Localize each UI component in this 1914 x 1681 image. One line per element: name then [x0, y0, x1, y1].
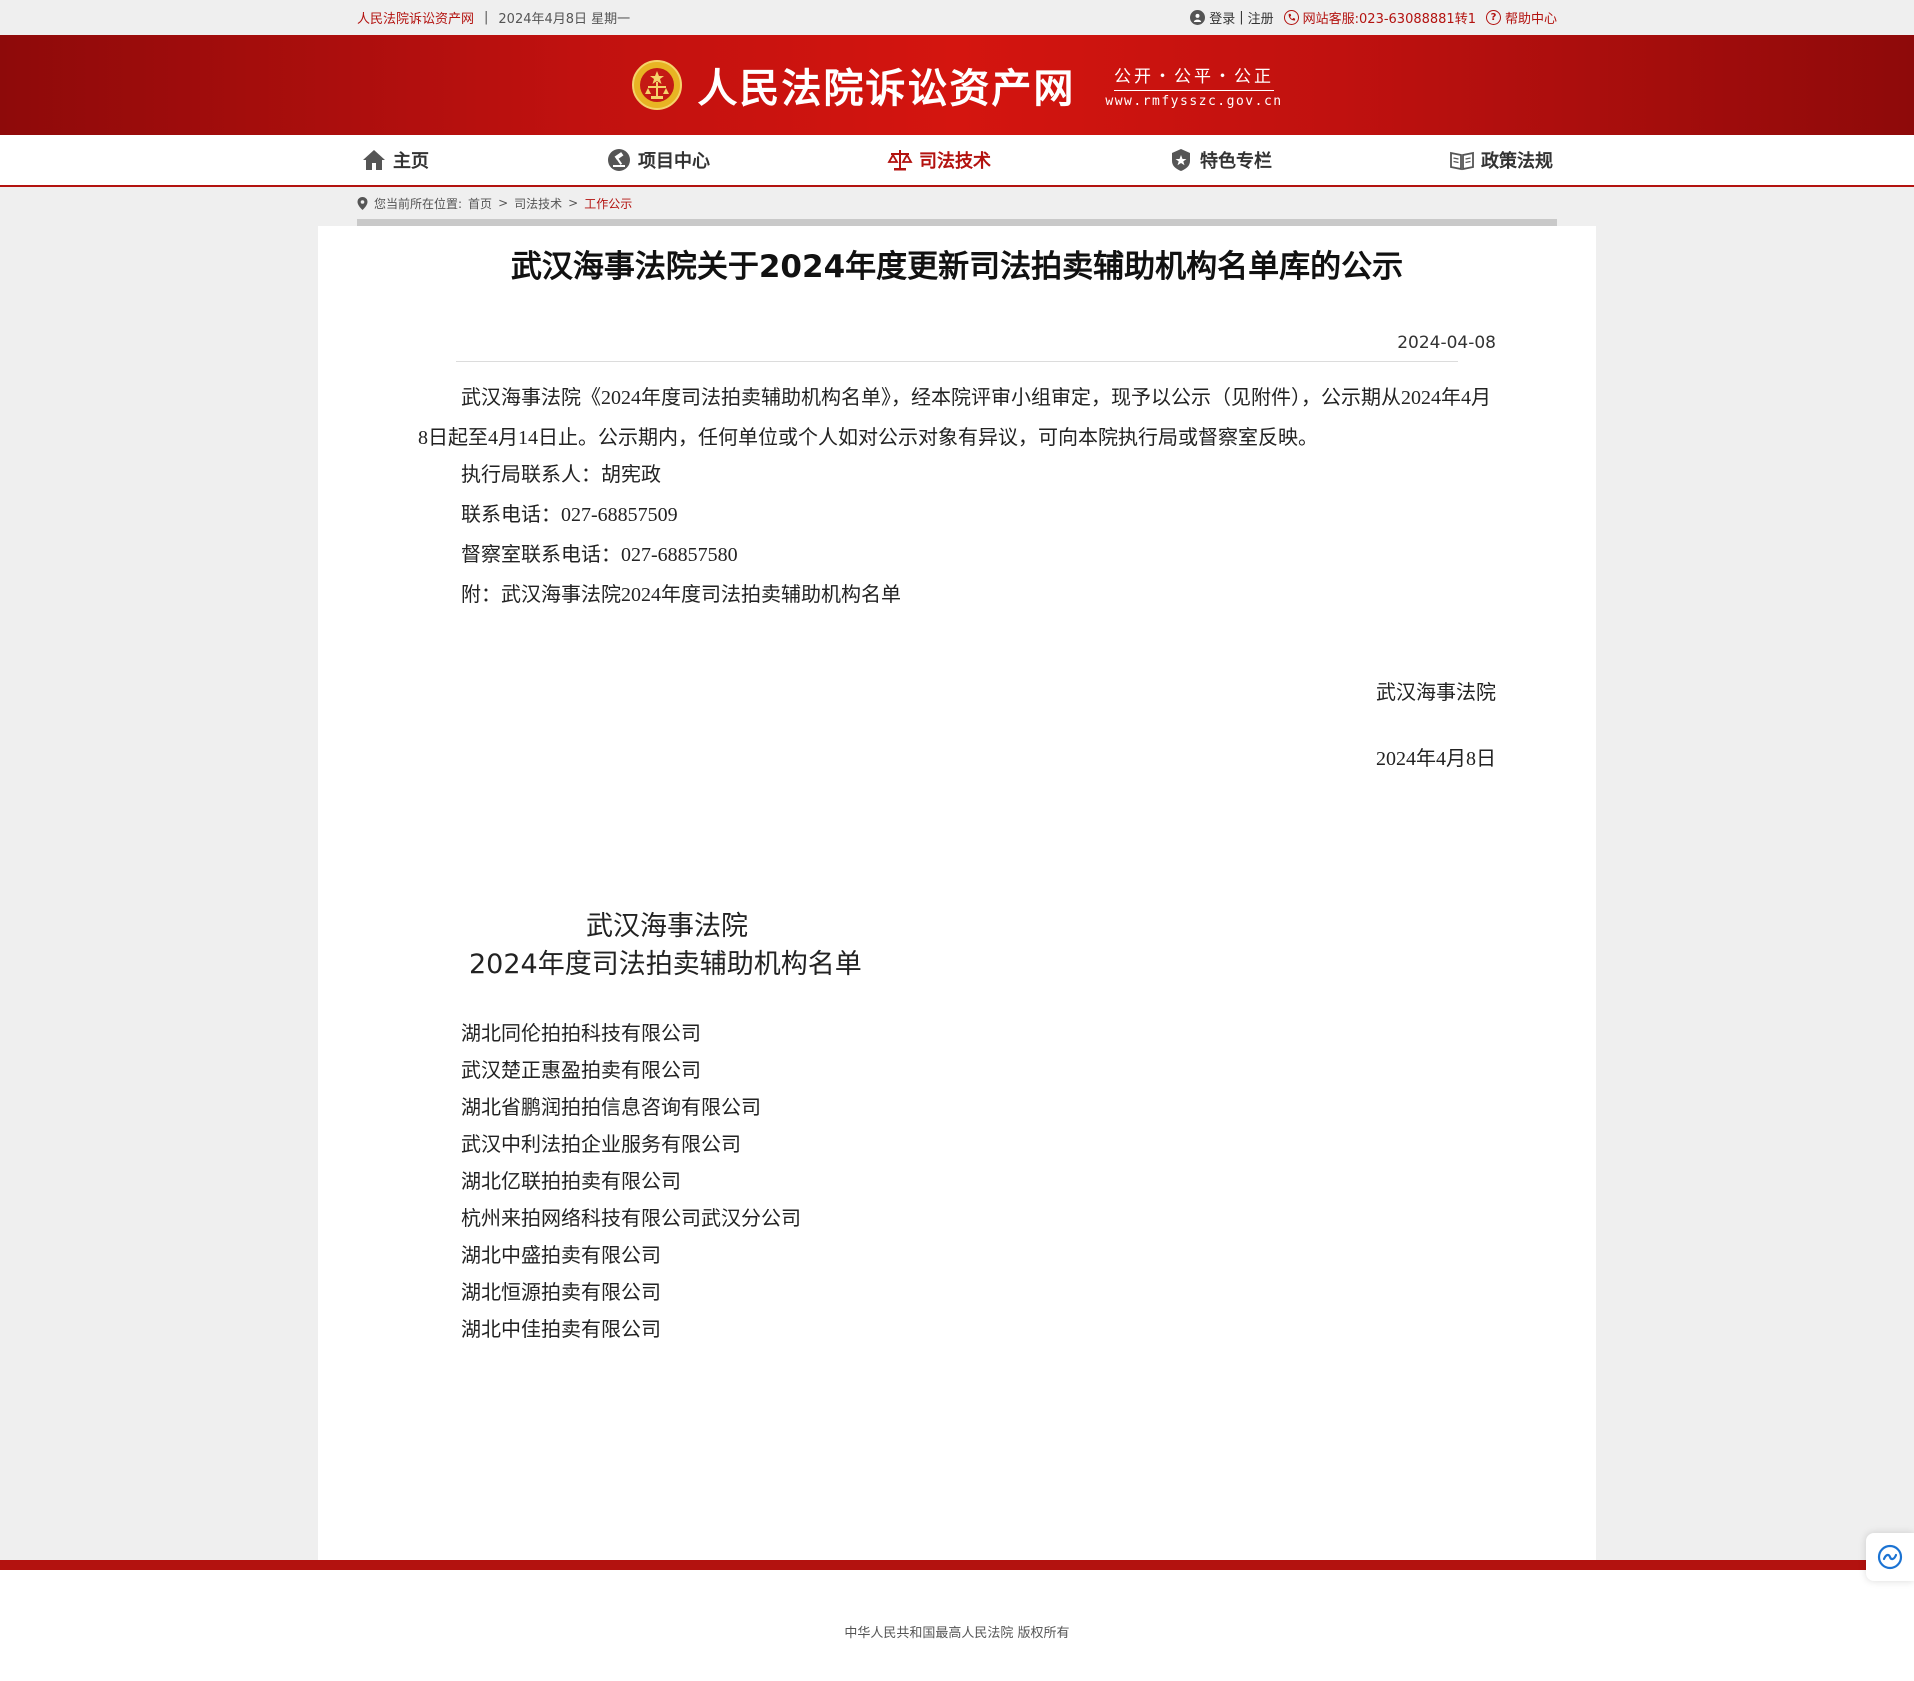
site-brand-title[interactable]: 人民法院诉讼资产网: [697, 56, 1075, 114]
nav-item-home[interactable]: 主页: [357, 147, 433, 173]
floating-assistant-button[interactable]: [1866, 1533, 1914, 1581]
attachment-note: 附：武汉海事法院2024年度司法拍卖辅助机构名单: [461, 584, 901, 606]
nav-item-judicial-tech[interactable]: 司法技术: [883, 147, 995, 173]
brand-motto: 公开・公平・公正: [1114, 62, 1274, 91]
list-item: 湖北中盛拍卖有限公司: [461, 1243, 661, 1267]
copyright-text: 中华人民共和国最高人民法院 版权所有: [844, 1626, 1070, 1641]
signature-date: 2024年4月8日: [1376, 748, 1496, 770]
nav-item-home-label: 主页: [393, 151, 429, 172]
topbar-right: 登录 | 注册 网站客服:023-63088881转1 ? 帮助中心: [1190, 8, 1557, 27]
contact-person: 执行局联系人：胡宪政: [461, 464, 661, 486]
register-link[interactable]: 注册: [1248, 8, 1274, 27]
nav-item-featured-column[interactable]: 特色专栏: [1164, 147, 1276, 173]
list-item: 杭州来拍网络科技有限公司武汉分公司: [461, 1206, 801, 1230]
list-item: 湖北恒源拍卖有限公司: [461, 1280, 661, 1304]
footer-divider: [0, 1560, 1914, 1570]
nav-item-featured-column-label: 特色专栏: [1200, 151, 1272, 172]
breadcrumb-section[interactable]: 司法技术: [514, 195, 562, 212]
nav-item-project-center-label: 项目中心: [638, 151, 710, 172]
phone-icon: [1283, 10, 1299, 25]
login-link[interactable]: 登录: [1209, 8, 1235, 27]
breadcrumb-current[interactable]: 工作公示: [584, 195, 632, 212]
breadcrumb-separator: >: [568, 196, 579, 210]
nav-item-policy-law-label: 政策法规: [1481, 151, 1553, 172]
help-center-link[interactable]: ? 帮助中心: [1485, 8, 1557, 27]
nav-item-project-center[interactable]: 项目中心: [602, 147, 714, 173]
assistant-icon: [1877, 1544, 1903, 1570]
main-navigation: 主页 项目中心 司法技术 特色专栏 政策法规: [0, 135, 1914, 187]
book-icon: [1450, 151, 1474, 171]
list-item: 湖北省鹏润拍拍信息咨询有限公司: [461, 1095, 761, 1119]
contact-phone: 联系电话：027-68857509: [461, 504, 678, 526]
list-title-court: 武汉海事法院: [586, 911, 748, 942]
site-banner: 人民法院诉讼资产网 公开・公平・公正 www.rmfysszc.gov.cn: [0, 35, 1914, 135]
list-title-name: 2024年度司法拍卖辅助机构名单: [469, 949, 862, 980]
article-title: 武汉海事法院关于2024年度更新司法拍卖辅助机构名单库的公示: [510, 249, 1404, 285]
scales-icon: [887, 150, 913, 171]
brand-motto-block: 公开・公平・公正 www.rmfysszc.gov.cn: [1089, 62, 1282, 109]
site-name-link[interactable]: 人民法院诉讼资产网: [357, 8, 474, 27]
breadcrumb-separator: >: [498, 196, 509, 210]
article-container: 武汉海事法院关于2024年度更新司法拍卖辅助机构名单库的公示 2024-04-0…: [318, 226, 1596, 1560]
brand-domain: www.rmfysszc.gov.cn: [1105, 93, 1283, 109]
account-links: 登录 | 注册: [1190, 8, 1274, 27]
article-date: 2024-04-08: [1397, 333, 1496, 353]
title-divider: [456, 361, 1458, 362]
inspection-phone: 督察室联系电话：027-68857580: [461, 544, 738, 566]
nav-item-policy-law[interactable]: 政策法规: [1445, 147, 1557, 173]
topbar-separator: |: [484, 10, 489, 25]
nav-item-judicial-tech-label: 司法技术: [919, 151, 991, 172]
location-pin-icon: [357, 196, 368, 210]
court-emblem-icon[interactable]: [631, 56, 683, 114]
login-register-divider: |: [1239, 10, 1244, 25]
article-paragraph: 武汉海事法院《2024年度司法拍卖辅助机构名单》，经本院评审小组审定，现予以公示…: [418, 387, 1491, 449]
list-item: 湖北同伦拍拍科技有限公司: [461, 1021, 701, 1045]
customer-service-hotline[interactable]: 网站客服:023-63088881转1: [1283, 8, 1476, 27]
signature-court: 武汉海事法院: [1376, 682, 1496, 704]
page-footer: 中华人民共和国最高人民法院 版权所有: [0, 1570, 1914, 1681]
list-item: 武汉楚正惠盈拍卖有限公司: [461, 1058, 701, 1082]
breadcrumb-home[interactable]: 首页: [468, 195, 492, 212]
gavel-icon: [608, 149, 630, 171]
user-icon: [1190, 10, 1206, 25]
breadcrumb: 您当前所在位置: 首页 > 司法技术 > 工作公示: [357, 187, 1557, 219]
badge-icon: [1172, 149, 1190, 171]
question-icon: ?: [1485, 10, 1501, 25]
help-center-label: 帮助中心: [1504, 12, 1557, 27]
list-item: 武汉中利法拍企业服务有限公司: [461, 1132, 741, 1156]
hotline-text: 网站客服:023-63088881转1: [1302, 12, 1476, 27]
list-item: 湖北亿联拍拍卖有限公司: [461, 1169, 681, 1193]
current-date: 2024年4月8日 星期一: [498, 12, 631, 27]
topbar-left: 人民法院诉讼资产网 | 2024年4月8日 星期一: [357, 8, 630, 27]
list-item: 湖北中佳拍卖有限公司: [461, 1317, 661, 1341]
top-utility-bar: 人民法院诉讼资产网 | 2024年4月8日 星期一 登录 | 注册 网站客服:0…: [0, 0, 1914, 35]
home-icon: [363, 150, 385, 170]
breadcrumb-prefix: 您当前所在位置:: [374, 196, 463, 211]
